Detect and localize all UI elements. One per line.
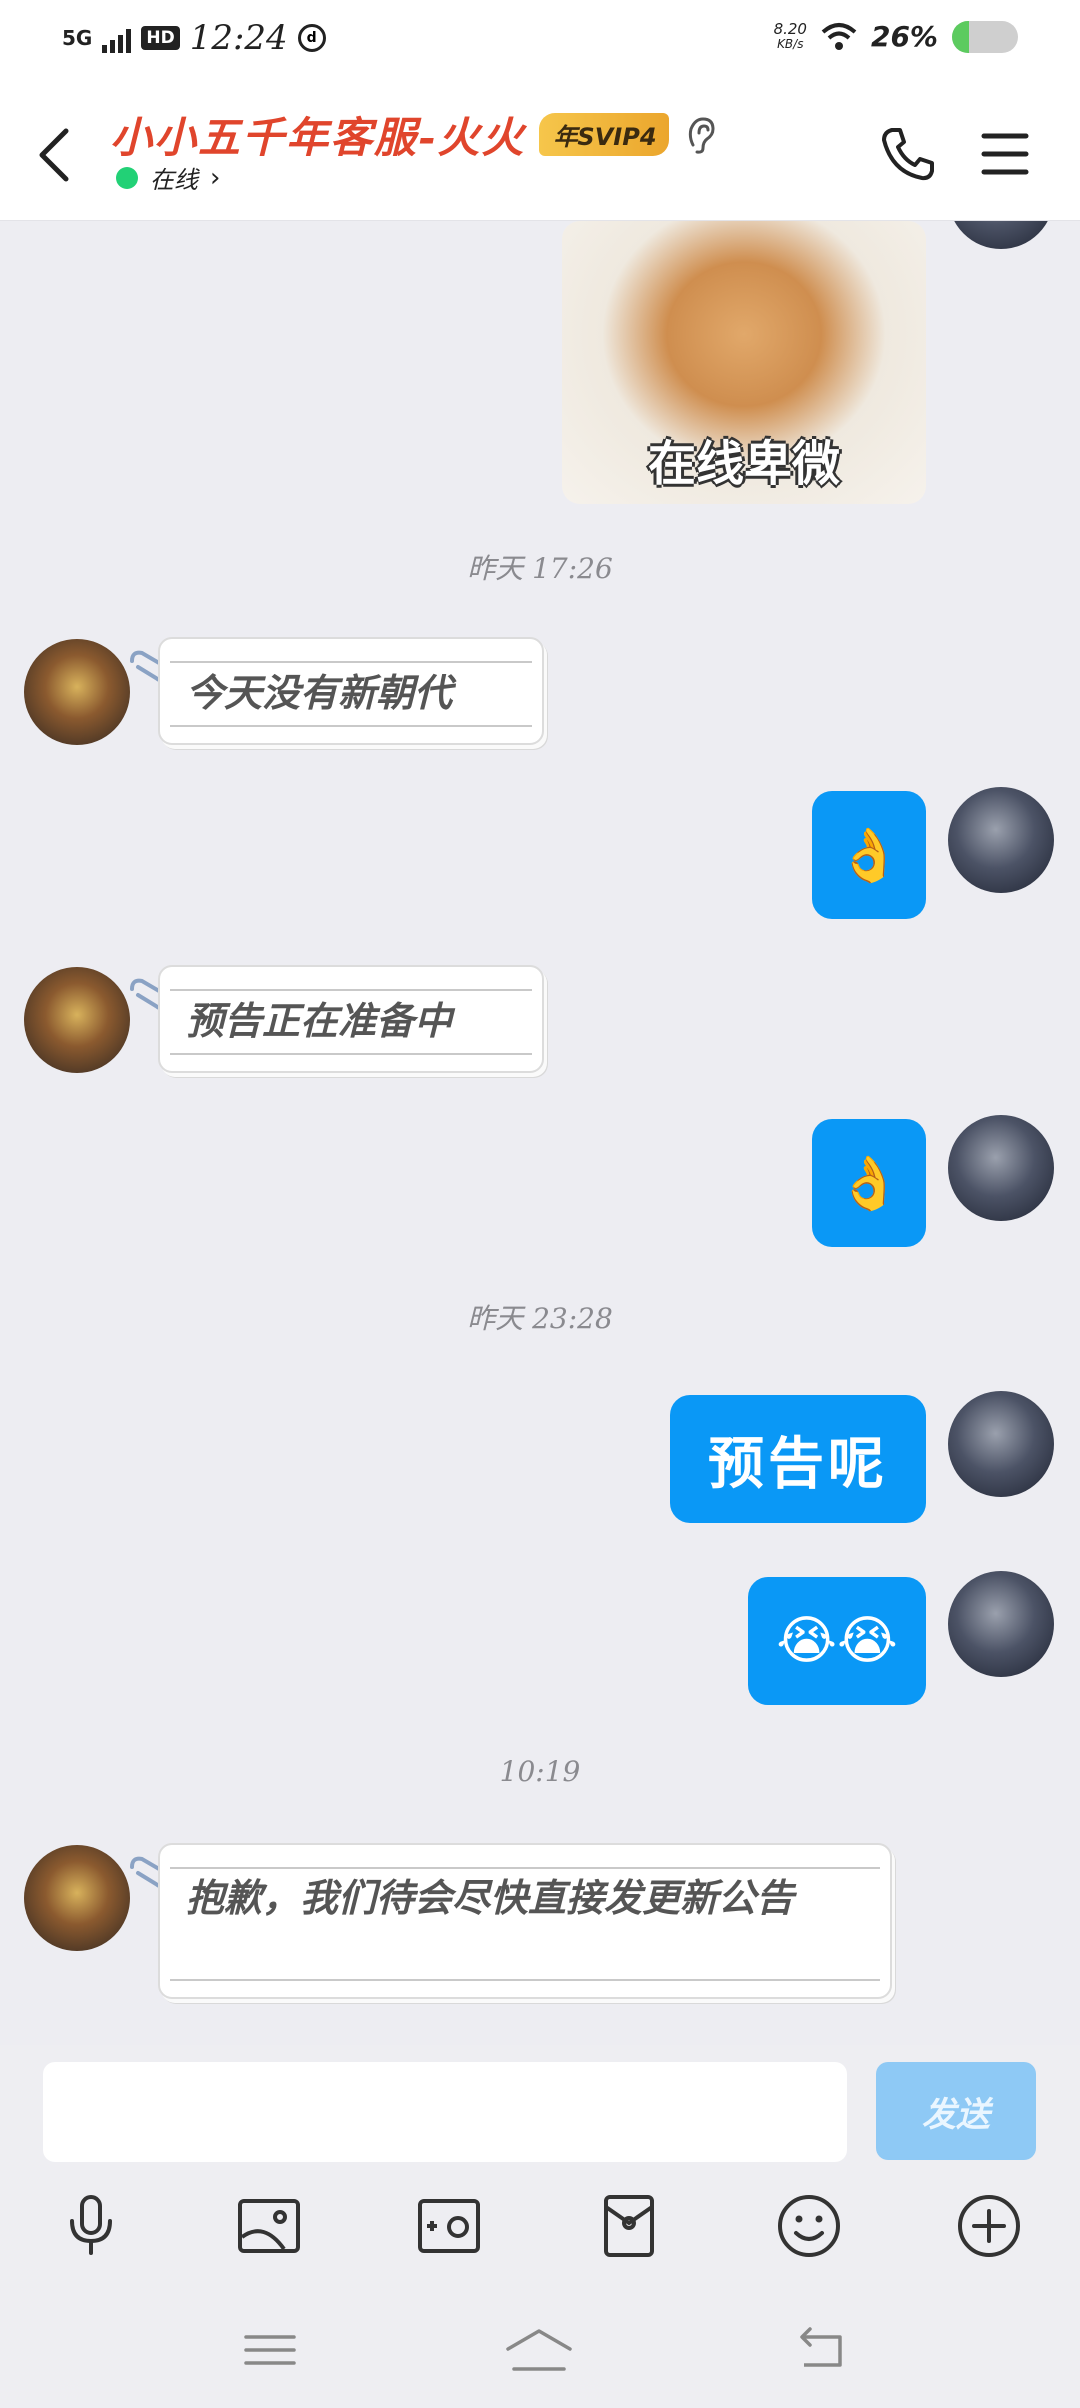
- my-avatar[interactable]: [948, 1391, 1054, 1497]
- network-speed: 8.20 KB/s: [773, 19, 807, 51]
- message-input[interactable]: [43, 2062, 847, 2162]
- chat-header: 小小五千年客服-火火 年SVIP4 在线 ›: [0, 80, 1080, 221]
- network-type: 5G: [62, 26, 93, 50]
- crying-emoji: 😭😭: [776, 1611, 898, 1671]
- sticker-message[interactable]: 在线卑微: [562, 221, 926, 504]
- image-icon[interactable]: [234, 2191, 304, 2261]
- chevron-right-icon: ›: [210, 162, 221, 193]
- my-message[interactable]: 预告呢: [670, 1395, 926, 1523]
- wifi-icon: [821, 22, 857, 50]
- camera-icon[interactable]: [414, 2191, 484, 2261]
- agent-avatar[interactable]: [24, 1845, 130, 1951]
- emoji-icon[interactable]: [774, 2191, 844, 2261]
- back-icon[interactable]: [790, 2325, 850, 2375]
- red-packet-icon[interactable]: [594, 2191, 664, 2261]
- plus-icon[interactable]: [954, 2191, 1024, 2261]
- my-message[interactable]: 😭😭: [748, 1577, 926, 1705]
- status-bar: 5G HD 12:24 d 8.20 KB/s 26%: [0, 0, 1080, 80]
- battery-icon: [952, 20, 1018, 53]
- hd-badge: HD: [141, 26, 180, 50]
- agent-message[interactable]: 今天没有新朝代: [158, 637, 544, 745]
- signal-icon: [102, 23, 132, 53]
- phone-call-button[interactable]: [878, 124, 938, 184]
- send-button[interactable]: 发送: [876, 2062, 1036, 2160]
- input-area: 发送: [0, 2045, 1080, 2408]
- online-dot-icon: [116, 166, 138, 189]
- battery-percent: 26%: [870, 20, 938, 53]
- my-avatar[interactable]: [948, 1571, 1054, 1677]
- ear-icon[interactable]: [683, 115, 719, 155]
- agent-message[interactable]: 抱歉，我们待会尽快直接发更新公告: [158, 1843, 892, 1999]
- my-message[interactable]: 👌: [812, 791, 926, 919]
- timestamp: 10:19: [499, 1755, 581, 1788]
- clock: 12:24: [189, 18, 288, 58]
- my-avatar[interactable]: [948, 787, 1054, 893]
- my-avatar[interactable]: [948, 1115, 1054, 1221]
- sticker-caption: 在线卑微: [647, 436, 840, 492]
- chevron-left-icon: [39, 128, 69, 182]
- my-avatar[interactable]: [948, 221, 1054, 249]
- microphone-icon[interactable]: [56, 2191, 126, 2261]
- home-icon[interactable]: [504, 2325, 574, 2375]
- ok-hand-emoji: 👌: [836, 1153, 902, 1214]
- menu-button[interactable]: [980, 126, 1030, 182]
- message-list[interactable]: 在线卑微 昨天 17:26 今天没有新朝代 👌 预告正在准备中 👌 昨天 23:…: [0, 221, 1080, 2045]
- my-message[interactable]: 👌: [812, 1119, 926, 1247]
- timestamp: 昨天 23:28: [467, 1302, 613, 1335]
- agent-avatar[interactable]: [24, 967, 130, 1073]
- vip-badge[interactable]: 年SVIP4: [539, 113, 669, 156]
- timestamp: 昨天 17:26: [467, 552, 613, 585]
- menu-icon[interactable]: [240, 2325, 300, 2375]
- contact-name[interactable]: 小小五千年客服-火火: [110, 104, 525, 165]
- notification-icon: d: [297, 24, 326, 52]
- back-button[interactable]: [28, 122, 78, 188]
- online-status[interactable]: 在线 ›: [116, 160, 220, 195]
- ok-hand-emoji: 👌: [836, 825, 902, 886]
- agent-avatar[interactable]: [24, 639, 130, 745]
- agent-message[interactable]: 预告正在准备中: [158, 965, 544, 1073]
